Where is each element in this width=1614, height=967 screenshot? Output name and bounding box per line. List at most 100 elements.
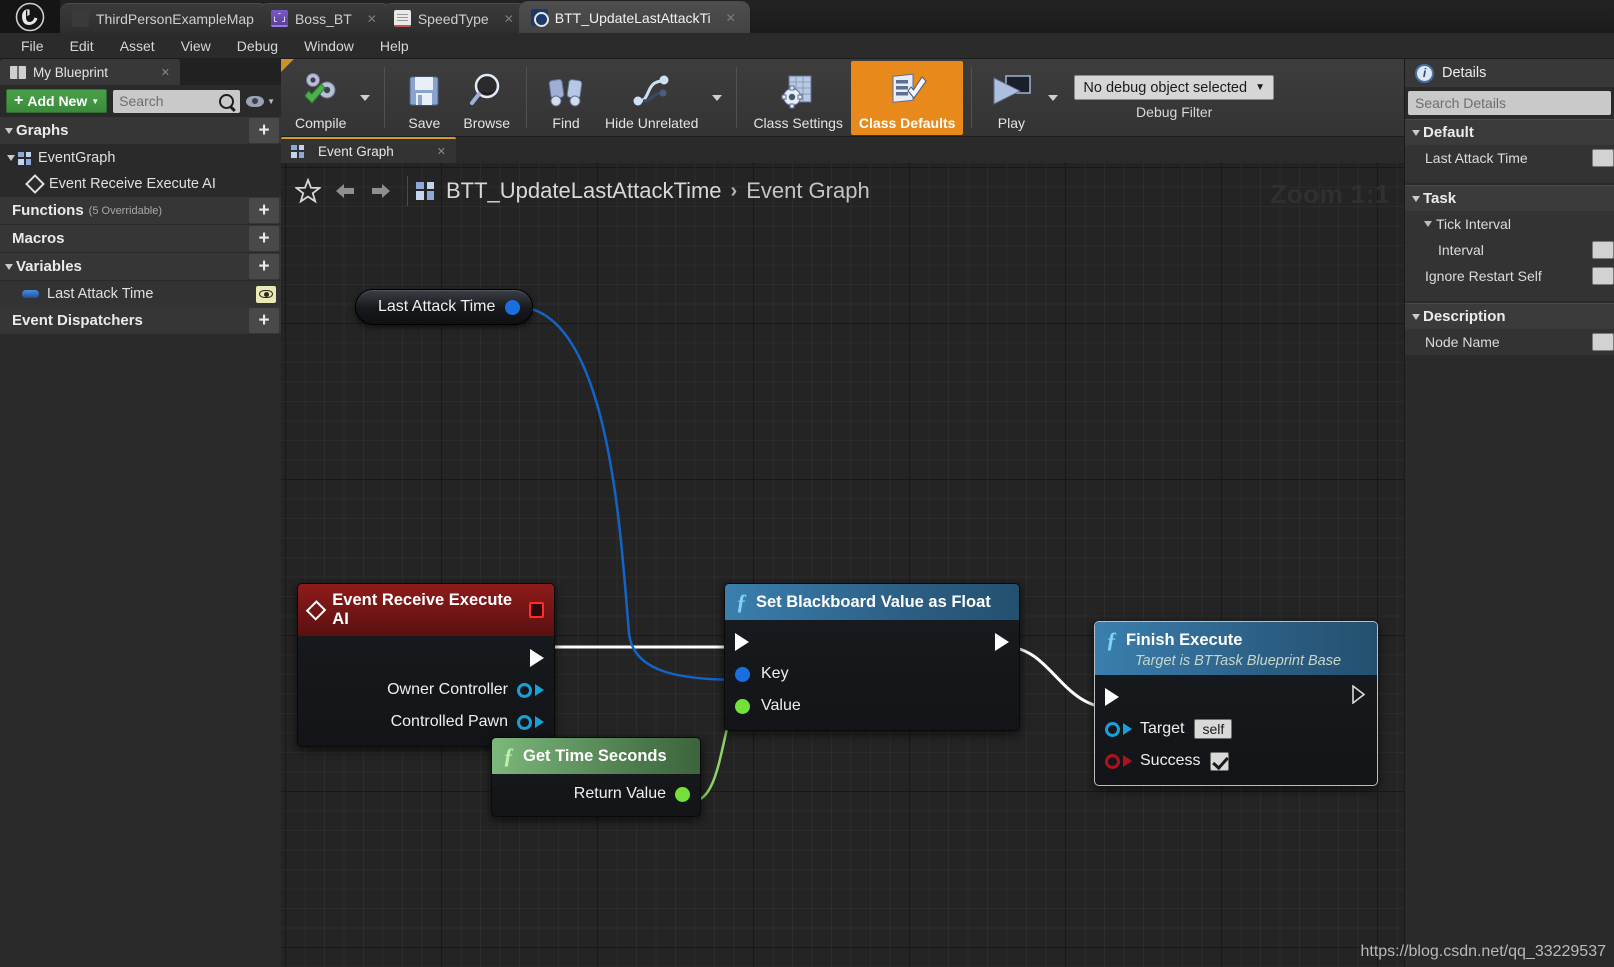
graph-editor-area: Event Graph ✕ BTT_UpdateLastAttackTime ›…	[281, 137, 1404, 967]
output-pin-owner-controller[interactable]	[517, 682, 532, 698]
close-icon[interactable]: ✕	[367, 12, 377, 26]
details-section-header[interactable]: Description	[1405, 303, 1614, 329]
close-icon[interactable]: ✕	[437, 145, 446, 158]
input-pin-target[interactable]	[1105, 721, 1120, 737]
expand-triangle-icon[interactable]	[1412, 129, 1420, 136]
expand-triangle-icon[interactable]	[1412, 195, 1420, 202]
class-defaults-button[interactable]: Class Defaults	[850, 60, 964, 135]
details-row-value-field[interactable]	[1592, 333, 1614, 351]
event-breakpoint-icon[interactable]	[528, 602, 544, 618]
pin-label: Success	[1140, 752, 1201, 769]
expand-triangle-icon[interactable]	[5, 127, 13, 134]
expand-triangle-icon[interactable]	[5, 263, 13, 270]
add-graph-button[interactable]: +	[249, 118, 279, 143]
menu-item-view[interactable]: View	[168, 35, 224, 57]
find-button[interactable]: Find	[535, 61, 597, 135]
tab-my-blueprint[interactable]: My Blueprint ✕	[0, 59, 180, 85]
my-blueprint-search-input[interactable]: Search	[113, 89, 241, 113]
node-finish-execute[interactable]: ƒ Finish Execute Target is BTTask Bluepr…	[1094, 621, 1378, 786]
node-event-receive-execute-ai[interactable]: Event Receive Execute AI Owner Controlle…	[297, 583, 555, 747]
class-settings-button[interactable]: Class Settings	[745, 61, 850, 135]
details-section-header[interactable]: Task	[1405, 185, 1614, 211]
close-icon[interactable]: ✕	[726, 11, 736, 25]
node-get-time-seconds[interactable]: ƒ Get Time Seconds Return Value	[491, 737, 701, 817]
nav-forward-icon[interactable]	[368, 178, 394, 204]
window-tab-label: SpeedType	[417, 10, 489, 27]
menu-item-asset[interactable]: Asset	[107, 35, 168, 57]
exec-output-pin[interactable]	[995, 633, 1009, 651]
exec-input-pin[interactable]	[1105, 688, 1119, 706]
play-button[interactable]: Play	[980, 61, 1042, 135]
menu-item-file[interactable]: File	[8, 35, 57, 57]
menu-item-edit[interactable]: Edit	[57, 35, 107, 57]
add-new-button[interactable]: + Add New ▼	[6, 89, 108, 113]
window-tab-3[interactable]: BTT_UpdateLastAttackTi ✕	[518, 1, 750, 33]
close-icon[interactable]: ✕	[504, 12, 514, 26]
add-variable-button[interactable]: +	[249, 254, 279, 279]
node-variable-get-last-attack-time[interactable]: Last Attack Time	[355, 289, 534, 325]
details-row-tick-interval[interactable]: Tick Interval	[1405, 211, 1614, 237]
add-macro-button[interactable]: +	[249, 226, 279, 251]
details-row-value-field[interactable]	[1592, 149, 1614, 167]
add-function-button[interactable]: +	[249, 198, 279, 223]
section-functions[interactable]: Functions (5 Overridable) +	[0, 197, 281, 224]
input-pin-key[interactable]	[735, 666, 750, 682]
exec-output-pin[interactable]	[1352, 684, 1367, 709]
window-tab-1[interactable]: Boss_BT ✕	[258, 3, 391, 33]
output-pin-last-attack-time[interactable]	[505, 299, 521, 315]
section-graphs[interactable]: Graphs +	[0, 117, 281, 144]
target-self-value[interactable]: self	[1194, 719, 1233, 739]
close-icon[interactable]: ✕	[161, 66, 170, 79]
nav-back-icon[interactable]	[332, 178, 358, 204]
add-event-dispatcher-button[interactable]: +	[249, 308, 279, 333]
node-set-blackboard-value-as-float[interactable]: ƒ Set Blackboard Value as Float Key Valu…	[724, 583, 1020, 731]
menu-item-window[interactable]: Window	[291, 35, 367, 57]
compile-button[interactable]: Compile	[287, 61, 354, 135]
expand-triangle-icon[interactable]	[1424, 221, 1432, 227]
exec-input-pin[interactable]	[735, 633, 749, 651]
details-row-node-name[interactable]: Node Name	[1405, 329, 1614, 355]
details-row-value-field[interactable]	[1592, 241, 1614, 259]
hide-unrelated-options-chevron-down-icon[interactable]	[712, 94, 723, 101]
section-variables[interactable]: Variables +	[0, 253, 281, 280]
eye-icon	[259, 290, 273, 298]
hide-unrelated-button[interactable]: Hide Unrelated	[597, 61, 706, 135]
menu-item-debug[interactable]: Debug	[224, 35, 291, 57]
success-checkbox[interactable]	[1210, 751, 1230, 771]
tree-item-event-graph[interactable]: EventGraph	[0, 145, 281, 171]
details-row-last-attack-time[interactable]: Last Attack Time	[1405, 145, 1614, 171]
section-macros[interactable]: Macros +	[0, 225, 281, 252]
details-section-header[interactable]: Default	[1405, 119, 1614, 145]
blueprint-canvas[interactable]: BTT_UpdateLastAttackTime › Event Graph Z…	[281, 163, 1404, 967]
tab-event-graph[interactable]: Event Graph ✕	[281, 137, 456, 163]
compile-options-chevron-down-icon[interactable]	[360, 94, 371, 101]
input-pin-success[interactable]	[1105, 753, 1120, 769]
details-row-interval[interactable]: Interval	[1405, 237, 1614, 263]
window-tab-2[interactable]: SpeedType ✕	[381, 3, 528, 33]
visibility-options-button[interactable]: ▼	[246, 95, 275, 107]
menu-item-help[interactable]: Help	[367, 35, 422, 57]
play-options-chevron-down-icon[interactable]	[1048, 94, 1059, 101]
favorite-star-icon[interactable]	[293, 177, 323, 204]
exec-output-pin[interactable]	[530, 649, 544, 667]
variable-visibility-toggle[interactable]	[256, 285, 276, 303]
output-pin-return-value[interactable]	[675, 786, 690, 802]
debug-object-select[interactable]: No debug object selected ▼	[1074, 75, 1274, 100]
tree-item-variable-last-attack-time[interactable]: Last Attack Time	[0, 281, 281, 307]
details-tab-row[interactable]: i Details	[1405, 59, 1614, 87]
details-search-input[interactable]: Search Details	[1408, 91, 1611, 115]
tree-item-event-receive-execute-ai[interactable]: Event Receive Execute AI	[0, 171, 281, 197]
window-tab-0[interactable]: ThirdPersonExampleMap	[60, 3, 268, 33]
section-event-dispatchers[interactable]: Event Dispatchers +	[0, 307, 281, 334]
save-button[interactable]: Save	[393, 61, 455, 135]
details-row-ignore-restart-self[interactable]: Ignore Restart Self	[1405, 263, 1614, 289]
output-pin-controlled-pawn[interactable]	[517, 714, 532, 730]
breadcrumb-leaf-label[interactable]: Event Graph	[746, 178, 870, 204]
breadcrumb-root-label[interactable]: BTT_UpdateLastAttackTime	[446, 178, 722, 204]
blueprint-task-icon	[530, 9, 549, 27]
browse-button[interactable]: Browse	[455, 61, 518, 135]
expand-triangle-icon[interactable]	[7, 155, 15, 161]
details-row-value-field[interactable]	[1592, 267, 1614, 285]
expand-triangle-icon[interactable]	[1412, 313, 1420, 320]
input-pin-value[interactable]	[735, 698, 750, 714]
